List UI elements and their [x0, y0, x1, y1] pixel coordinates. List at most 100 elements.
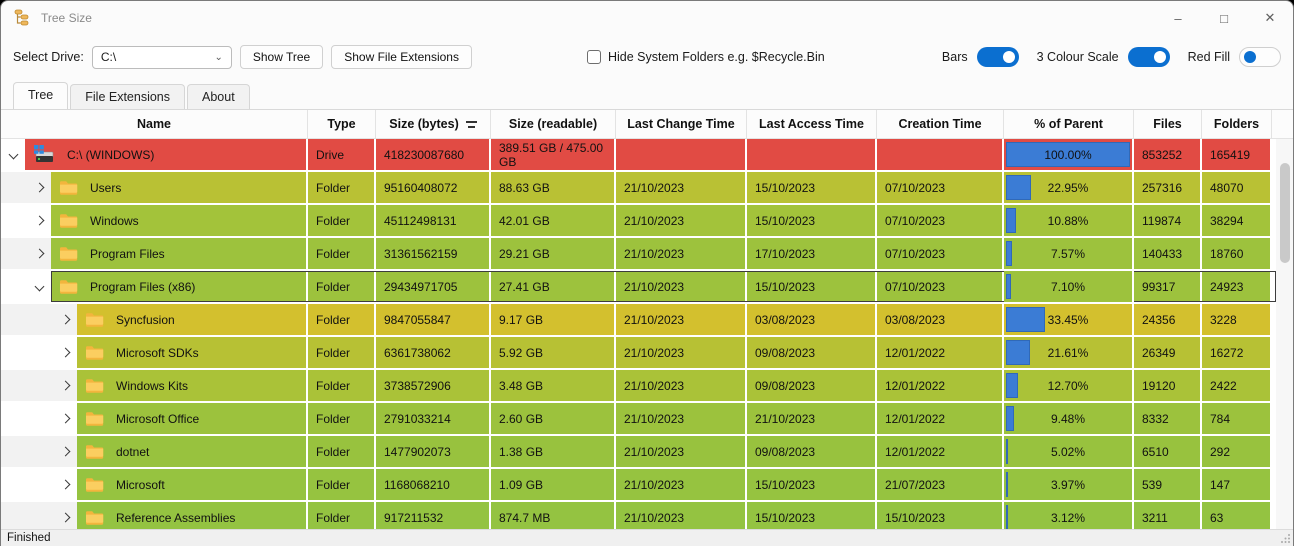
type-cell: Folder — [308, 436, 376, 467]
column-header-size-bytes[interactable]: Size (bytes) — [376, 110, 491, 138]
percent-of-parent-cell: 22.95% — [1004, 172, 1134, 203]
name-cell: Program Files (x86) — [51, 271, 308, 302]
tree-indent — [1, 238, 51, 269]
tab-file-extensions[interactable]: File Extensions — [70, 84, 186, 109]
folder-icon — [60, 247, 78, 261]
hide-system-folders-checkbox[interactable] — [586, 50, 601, 64]
folder-icon — [60, 280, 78, 294]
app-tree-icon — [14, 9, 29, 26]
toggle-knob — [1002, 51, 1015, 63]
percent-value: 10.88% — [1047, 213, 1089, 228]
chevron-collapsed-icon[interactable] — [60, 380, 71, 391]
chevron-expanded-icon[interactable] — [34, 281, 45, 292]
chevron-collapsed-icon[interactable] — [60, 413, 71, 424]
table-row[interactable]: Users Folder 95160408072 88.63 GB 21/10/2023… — [1, 172, 1293, 205]
column-header-last-access[interactable]: Last Access Time — [747, 110, 877, 138]
folders-cell: 63 — [1202, 502, 1272, 529]
type-cell: Drive — [308, 139, 376, 170]
column-header-pct-of-parent[interactable]: % of Parent — [1004, 110, 1134, 138]
hide-system-folders-label: Hide System Folders e.g. $Recycle.Bin — [607, 50, 825, 64]
toggle-bars[interactable] — [976, 47, 1019, 67]
table-row[interactable]: Microsoft Office Folder 2791033214 2.60 GB 2… — [1, 403, 1293, 436]
last-access-cell: 21/10/2023 — [747, 403, 877, 434]
column-header-folders[interactable]: Folders — [1202, 110, 1272, 138]
toolbar: Select Drive: C:\ ⌄ Show Tree Show File … — [1, 35, 1293, 79]
table-row[interactable]: Program Files (x86) Folder 29434971705 27.4… — [1, 271, 1293, 304]
creation-cell: 15/10/2023 — [877, 502, 1004, 529]
scrollbar-thumb[interactable] — [1280, 163, 1290, 263]
maximize-button[interactable]: □ — [1201, 1, 1247, 35]
last-change-cell: 21/10/2023 — [616, 205, 747, 236]
table-row[interactable]: Reference Assemblies Folder 917211532 874.7… — [1, 502, 1293, 529]
percent-value: 3.97% — [1050, 477, 1086, 492]
column-header-type[interactable]: Type — [308, 110, 376, 138]
close-button[interactable]: ✕ — [1247, 1, 1293, 35]
creation-cell: 12/01/2022 — [877, 337, 1004, 368]
item-name: Users — [90, 180, 122, 195]
size-readable-cell: 389.51 GB / 475.00 GB — [491, 139, 616, 170]
chevron-collapsed-icon[interactable] — [60, 479, 71, 490]
last-access-cell: 09/08/2023 — [747, 370, 877, 401]
chevron-collapsed-icon[interactable] — [60, 512, 71, 523]
last-access-cell: 15/10/2023 — [747, 271, 877, 302]
name-cell: Reference Assemblies — [77, 502, 308, 529]
show-file-extensions-button[interactable]: Show File Extensions — [331, 45, 472, 69]
folders-cell: 3228 — [1202, 304, 1272, 335]
column-header-last-change[interactable]: Last Change Time — [616, 110, 747, 138]
name-cell: C:\ (WINDOWS) — [25, 139, 308, 170]
type-cell: Folder — [308, 502, 376, 529]
size-readable-cell: 5.92 GB — [491, 337, 616, 368]
chevron-collapsed-icon[interactable] — [60, 446, 71, 457]
percent-of-parent-cell: 9.48% — [1004, 403, 1134, 434]
toggle-3-colour-scale[interactable] — [1127, 47, 1170, 67]
chevron-expanded-icon[interactable] — [8, 149, 19, 160]
table-row[interactable]: dotnet Folder 1477902073 1.38 GB 21/10/2023 0… — [1, 436, 1293, 469]
table-row[interactable]: Windows Kits Folder 3738572906 3.48 GB 21/10… — [1, 370, 1293, 403]
tree-size-window: Tree Size – □ ✕ Select Drive: C:\ ⌄ Show… — [0, 0, 1294, 546]
sort-descending-icon — [465, 120, 477, 128]
percent-of-parent-cell: 3.97% — [1004, 469, 1134, 500]
folders-cell: 147 — [1202, 469, 1272, 500]
table-row[interactable]: Microsoft Folder 1168068210 1.09 GB 21/10/20… — [1, 469, 1293, 502]
tab-tree[interactable]: Tree — [13, 82, 69, 109]
name-cell: Users — [51, 172, 308, 203]
table-row[interactable]: C:\ (WINDOWS) Drive 418230087680 389.51 GB … — [1, 139, 1293, 172]
folder-icon — [86, 313, 104, 327]
creation-cell: 21/07/2023 — [877, 469, 1004, 500]
table-row[interactable]: Syncfusion Folder 9847055847 9.17 GB 21/10/2… — [1, 304, 1293, 337]
column-header-size-readable[interactable]: Size (readable) — [491, 110, 616, 138]
tab-about[interactable]: About — [187, 84, 250, 109]
percent-bar — [1006, 406, 1015, 431]
chevron-collapsed-icon[interactable] — [60, 347, 71, 358]
size-bytes-cell: 6361738062 — [376, 337, 491, 368]
chevron-collapsed-icon[interactable] — [34, 215, 45, 226]
chevron-collapsed-icon[interactable] — [34, 248, 45, 259]
percent-of-parent-cell: 3.12% — [1004, 502, 1134, 529]
column-header-name[interactable]: Name — [1, 110, 308, 138]
table-row[interactable]: Microsoft SDKs Folder 6361738062 5.92 GB 21/… — [1, 337, 1293, 370]
column-header-files[interactable]: Files — [1134, 110, 1202, 138]
size-readable-cell: 9.17 GB — [491, 304, 616, 335]
show-tree-button[interactable]: Show Tree — [239, 45, 324, 69]
type-cell: Folder — [308, 172, 376, 203]
chevron-collapsed-icon[interactable] — [34, 182, 45, 193]
folders-cell: 784 — [1202, 403, 1272, 434]
resize-grip-icon[interactable] — [1280, 533, 1291, 544]
item-name: Microsoft — [116, 477, 165, 492]
percent-bar — [1006, 175, 1032, 200]
toggle-red-fill[interactable] — [1239, 47, 1281, 67]
vertical-scrollbar[interactable] — [1276, 139, 1293, 529]
windows-drive-icon — [34, 145, 54, 162]
size-bytes-cell: 45112498131 — [376, 205, 491, 236]
minimize-button[interactable]: – — [1155, 1, 1201, 35]
table-row[interactable]: Windows Folder 45112498131 42.01 GB 21/10/20… — [1, 205, 1293, 238]
drive-select[interactable]: C:\ ⌄ — [91, 45, 232, 69]
folders-cell: 2422 — [1202, 370, 1272, 401]
name-cell: Microsoft SDKs — [77, 337, 308, 368]
percent-of-parent-cell: 5.02% — [1004, 436, 1134, 467]
chevron-collapsed-icon[interactable] — [60, 314, 71, 325]
table-row[interactable]: Program Files Folder 31361562159 29.21 GB 21… — [1, 238, 1293, 271]
column-header-creation[interactable]: Creation Time — [877, 110, 1004, 138]
window-title: Tree Size — [41, 11, 92, 25]
item-name: C:\ (WINDOWS) — [67, 147, 155, 162]
